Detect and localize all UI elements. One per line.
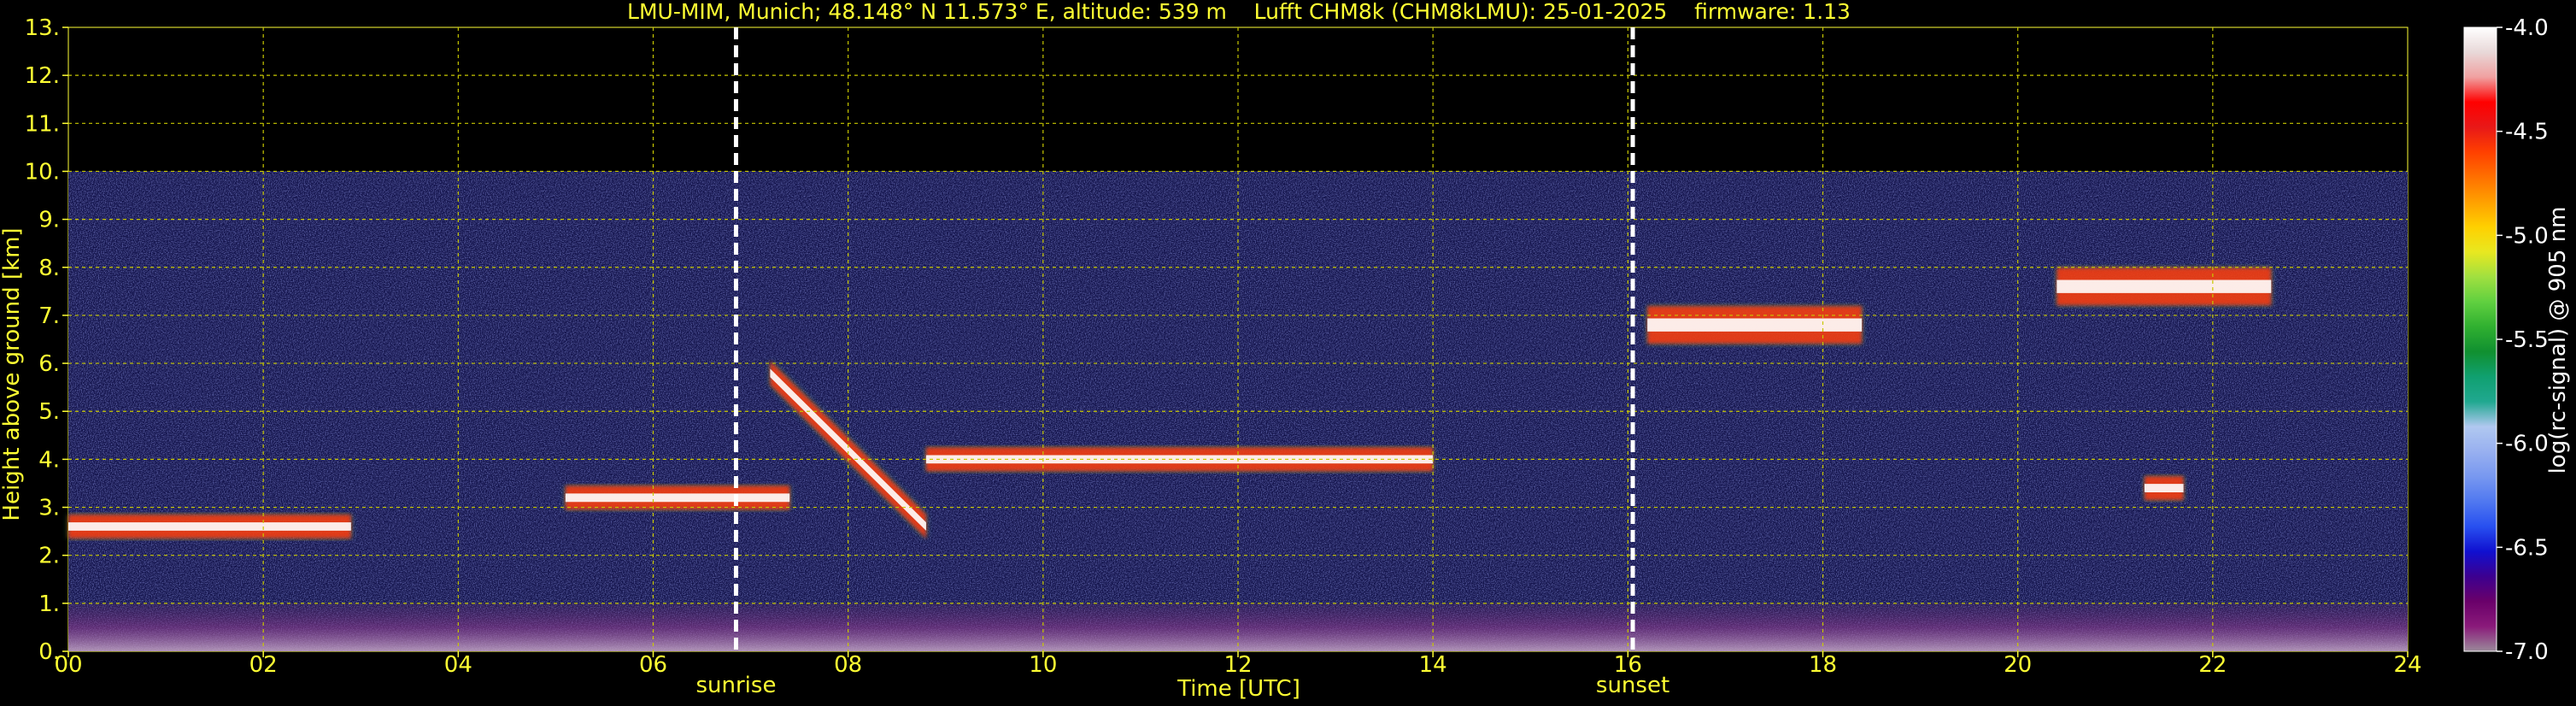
y-tick-label: 4. [38,447,60,473]
x-tick-label: 00 [54,652,82,678]
y-tick-label: 5. [38,399,60,425]
x-tick-label: 20 [2004,652,2032,678]
colorbar-tick-label: -7.0 [2505,639,2549,665]
cloud-peak [925,455,1434,464]
cloud-feature [925,447,1434,472]
cloud-feature [68,515,351,538]
y-axis-label: Height above ground [km] [0,227,25,521]
chart-title: LMU-MIM, Munich; 48.148° N 11.573° E, al… [627,0,1851,24]
x-tick-label: 04 [444,652,472,678]
colorbar-tick-label: -6.0 [2505,432,2549,457]
x-tick-label: 06 [639,652,667,678]
cloud-feature [2144,476,2184,501]
colorbar-tick-label: -5.5 [2505,327,2549,353]
colorbar-label: log(rc-signal) @ 905 nm [2545,207,2571,474]
y-tick-label: 1. [38,591,60,617]
x-tick-label: 08 [834,652,862,678]
colorbar: -4.0 -4.5 -5.0 -5.5 -6.0 -6.5 -7.0 log(rc-sign… [2463,15,2571,665]
x-tick-label: 02 [249,652,278,678]
x-tick-label: 12 [1223,652,1252,678]
y-tick-label: 3. [38,496,60,521]
y-tick-label: 7. [38,303,60,329]
x-tick-label: 14 [1419,652,1447,678]
colorbar-tick-label: -4.5 [2505,120,2549,145]
x-tick-label: 10 [1029,652,1057,678]
sun-marker-label: sunrise [695,673,776,698]
x-tick-label: 22 [2198,652,2227,678]
y-tick-label: 2. [38,544,60,569]
cloud-peak [2144,484,2184,492]
cloud-peak [68,522,351,531]
colorbar-tick-label: -5.0 [2505,223,2549,249]
y-tick-label: 6. [38,351,60,377]
x-axis: 00 02 04 06 08 10 12 14 16 18 20 22 24 [54,651,2422,678]
x-tick-label: 24 [2393,652,2421,678]
x-tick-label: 18 [1809,652,1837,678]
y-tick-label: 12. [25,63,60,89]
x-tick-label: 16 [1614,652,1642,678]
x-axis-label: Time [UTC] [1177,676,1300,702]
colorbar-tick-label: -6.5 [2505,535,2549,561]
y-tick-label: 11. [25,111,60,137]
cloud-feature [1647,306,1863,344]
y-tick-label: 9. [38,208,60,233]
cloud-peak [1647,318,1863,332]
colorbar-ticks: -4.0 -4.5 -5.0 -5.5 -6.0 -6.5 -7.0 [2497,15,2549,665]
y-axis: 0.1.2.3.4.5.6.7.8.9.10.11.12.13. [25,15,68,665]
y-tick-label: 10. [25,159,60,185]
colorbar-tick-label: -4.0 [2505,15,2549,41]
y-tick-label: 13. [25,15,60,41]
plot-area [67,26,2409,652]
cloud-feature [2057,268,2272,306]
cloud-peak [565,493,790,503]
ceilometer-chart: sunrise sunset 0.1.2.3.4.5.6.7.8.9.10.11.… [0,0,2571,702]
cloud-feature [565,485,790,510]
y-tick-label: 8. [38,256,60,281]
cloud-peak [2057,279,2272,293]
colorbar-scale [2463,26,2497,652]
